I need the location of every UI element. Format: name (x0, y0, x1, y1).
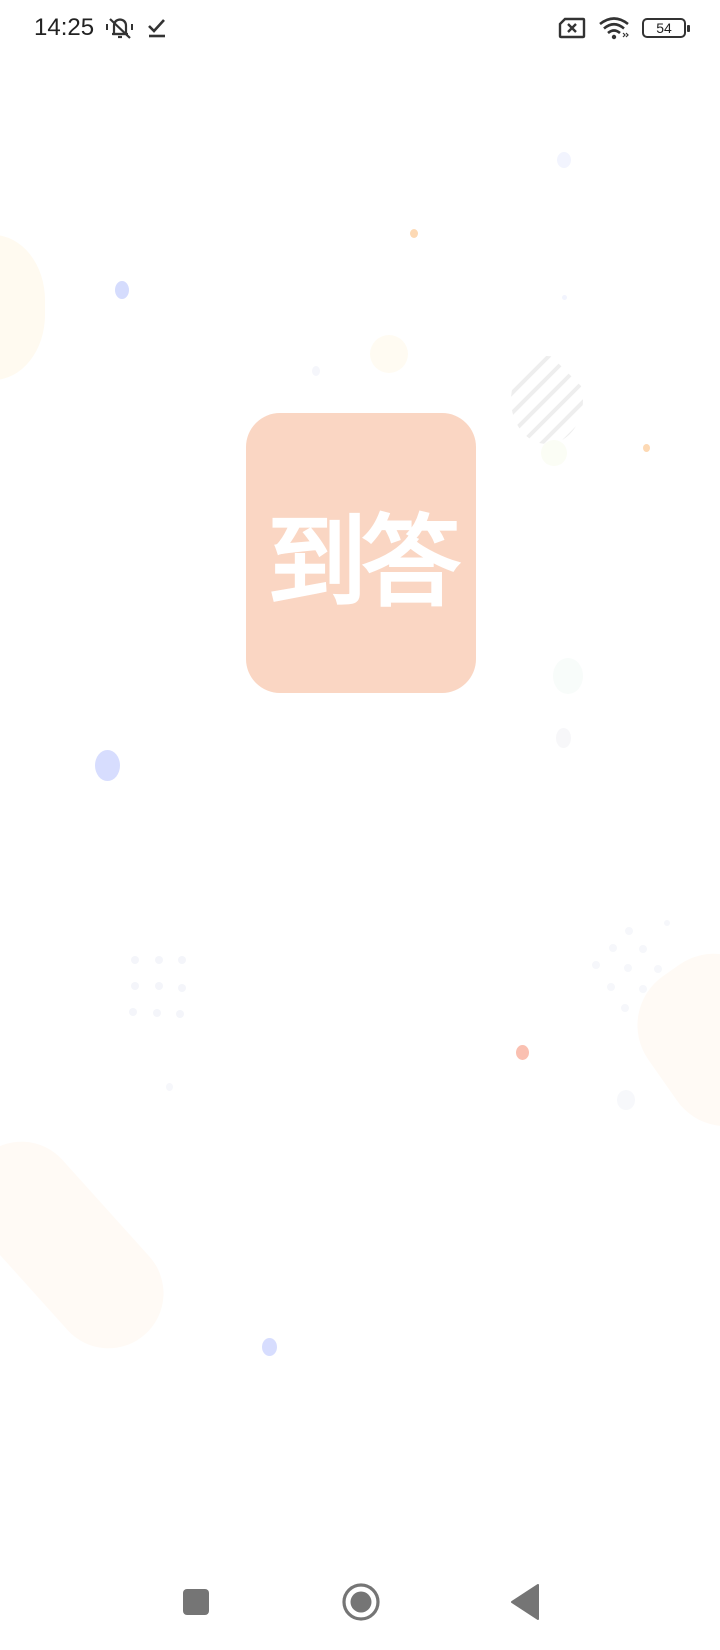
check-icon (146, 17, 168, 39)
decor-dot (262, 1338, 277, 1356)
decor-dot (556, 728, 571, 748)
decor-dot (166, 1083, 173, 1091)
logo-text: 到答 (267, 503, 461, 621)
splash-screen: 14:25 54 到答 (0, 0, 720, 1650)
decor-dot (557, 152, 571, 168)
decor-dot (115, 281, 129, 299)
decor-dot (643, 444, 650, 452)
status-bar: 14:25 54 (0, 0, 720, 56)
decor-blob (0, 235, 45, 380)
decor-dot (562, 295, 567, 300)
battery-level: 54 (656, 20, 672, 36)
decor-dot (541, 440, 567, 466)
notifications-muted-icon (106, 15, 134, 41)
recents-button[interactable] (176, 1582, 216, 1622)
app-logo: 到答 (246, 413, 476, 693)
decor-dot (312, 366, 320, 376)
wifi-icon (598, 16, 630, 40)
battery-icon: 54 (642, 18, 690, 38)
decor-dot (516, 1045, 529, 1060)
home-button[interactable] (339, 1580, 383, 1624)
decor-dot (95, 750, 120, 781)
decor-dot (410, 229, 418, 238)
sim-off-icon (558, 17, 586, 39)
square-icon (182, 1588, 210, 1616)
decor-blob (0, 1119, 187, 1371)
circle-icon (341, 1582, 381, 1622)
decor-dot (617, 1090, 635, 1110)
decor-dot-grid (129, 956, 186, 1018)
status-left: 14:25 (34, 14, 168, 42)
status-right: 54 (558, 16, 690, 40)
decor-dot (553, 658, 583, 694)
triangle-back-icon (510, 1584, 540, 1620)
navigation-bar (0, 1560, 720, 1650)
decor-circle (370, 335, 408, 373)
status-time: 14:25 (34, 14, 95, 41)
decor-striped-circle (511, 356, 583, 444)
back-button[interactable] (505, 1580, 545, 1624)
